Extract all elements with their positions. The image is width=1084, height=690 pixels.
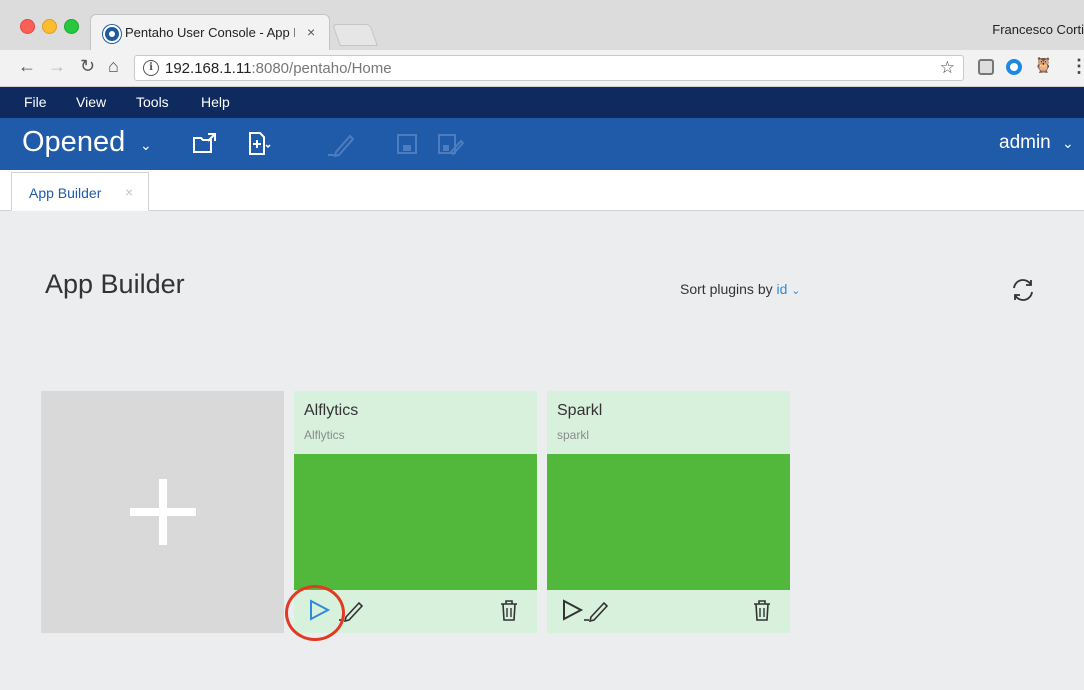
refresh-icon[interactable] <box>1010 277 1036 303</box>
delete-plugin-trash-icon[interactable] <box>496 597 522 623</box>
save-icon <box>397 134 417 154</box>
pentaho-favicon-icon <box>103 25 121 43</box>
bookmark-star-icon[interactable]: ☆ <box>940 58 955 78</box>
address-url[interactable]: 192.168.1.11:8080/pentaho/Home <box>165 60 392 77</box>
forward-arrow-icon[interactable]: → <box>48 56 66 77</box>
window-close-button[interactable] <box>20 19 35 34</box>
browser-toolbar: ← → ↻ ⌂ i 192.168.1.11:8080/pentaho/Home… <box>0 50 1084 87</box>
save-as-icon <box>438 134 464 156</box>
window-zoom-button[interactable] <box>64 19 79 34</box>
browser-menu-icon[interactable]: ⋮ <box>1070 56 1084 77</box>
open-folder-icon[interactable] <box>191 130 219 158</box>
browser-tab-strip: Pentaho User Console - App B × Francesco… <box>0 0 1084 51</box>
back-arrow-icon[interactable]: ← <box>18 56 36 77</box>
sort-value[interactable]: id <box>777 281 788 297</box>
plugin-id: sparkl <box>557 428 590 442</box>
app-builder-content: App Builder Sort plugins by id ⌄ Alflyti… <box>0 211 1084 690</box>
new-file-icon[interactable] <box>246 130 274 158</box>
browser-tab-title: Pentaho User Console - App B <box>125 25 295 40</box>
app-menubar: File View Tools Help <box>0 87 1084 118</box>
chevron-down-icon[interactable]: ⌄ <box>140 137 152 154</box>
add-plugin-card[interactable] <box>41 391 284 633</box>
plugin-thumbnail[interactable] <box>547 454 790 590</box>
browser-profile-name[interactable]: Francesco Corti <box>992 22 1084 37</box>
home-icon[interactable]: ⌂ <box>108 56 119 77</box>
tab-close-icon[interactable]: × <box>125 184 133 200</box>
edit-pencil-icon <box>328 134 354 158</box>
plugin-thumbnail[interactable] <box>294 454 537 590</box>
site-info-icon[interactable]: i <box>143 60 159 76</box>
chevron-down-icon[interactable]: ⌄ <box>1062 135 1074 152</box>
chevron-down-icon[interactable]: ⌄ <box>791 285 800 297</box>
plugin-name: Alflytics <box>304 402 359 419</box>
app-toolbar: Opened ⌄ admin ⌄ <box>0 118 1084 170</box>
page-title: App Builder <box>45 269 185 299</box>
browser-tab-close-icon[interactable]: × <box>307 24 315 40</box>
perspective-selector[interactable]: Opened <box>22 126 125 159</box>
menu-help[interactable]: Help <box>201 94 230 110</box>
user-menu[interactable]: admin <box>999 132 1051 154</box>
reload-icon[interactable]: ↻ <box>80 56 95 77</box>
run-plugin-play-icon[interactable] <box>559 597 585 623</box>
extension-circle-icon[interactable] <box>1006 59 1022 75</box>
document-tab-bar: App Builder × <box>0 170 1084 211</box>
menu-view[interactable]: View <box>76 94 106 110</box>
plugin-card-sparkl[interactable]: Sparkl sparkl <box>547 391 790 633</box>
highlight-annotation-circle <box>285 585 345 641</box>
address-bar[interactable]: i 192.168.1.11:8080/pentaho/Home ☆ <box>134 55 964 81</box>
plugin-name: Sparkl <box>557 402 603 419</box>
plugin-id: Alflytics <box>304 428 345 442</box>
menu-tools[interactable]: Tools <box>136 94 169 110</box>
extension-owl-icon[interactable]: 🦉 <box>1034 56 1053 74</box>
delete-plugin-trash-icon[interactable] <box>749 597 775 623</box>
sort-label: Sort plugins by <box>680 281 773 297</box>
window-minimize-button[interactable] <box>42 19 57 34</box>
sort-control[interactable]: Sort plugins by id ⌄ <box>680 281 801 297</box>
menu-file[interactable]: File <box>24 94 47 110</box>
extension-icon[interactable] <box>978 59 994 75</box>
tab-app-builder[interactable]: App Builder × <box>11 172 149 211</box>
plus-icon <box>159 479 167 545</box>
new-tab-button[interactable] <box>331 24 379 46</box>
tab-label: App Builder <box>29 185 102 201</box>
edit-plugin-pencil-icon[interactable] <box>583 597 609 623</box>
browser-tab[interactable]: Pentaho User Console - App B × <box>90 14 330 50</box>
